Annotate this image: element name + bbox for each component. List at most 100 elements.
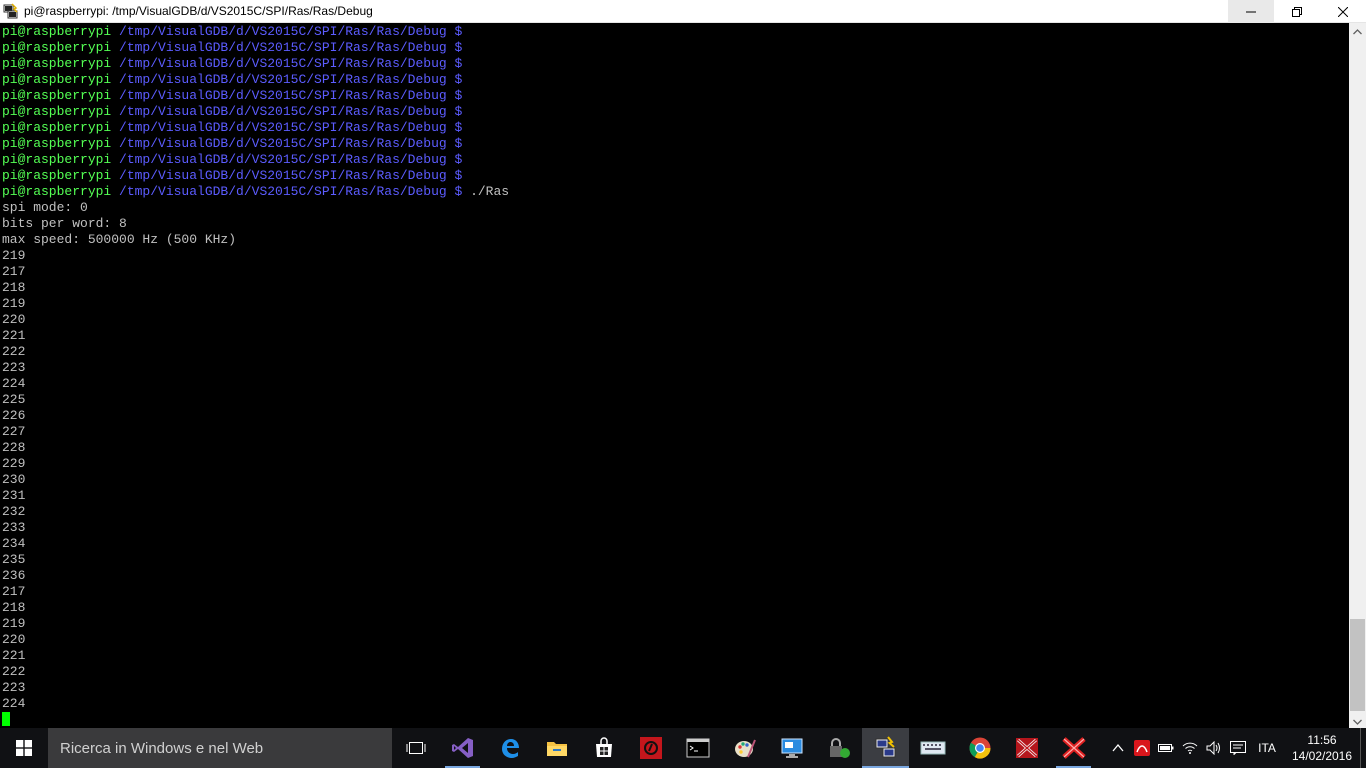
prompt-line: pi@raspberrypi /tmp/VisualGDB/d/VS2015C/… — [2, 136, 1349, 152]
taskbar-edge-button[interactable] — [486, 728, 533, 768]
output-line: 220 — [2, 632, 26, 647]
output-line: 225 — [2, 392, 26, 407]
taskbar-store-button[interactable] — [580, 728, 627, 768]
chevron-up-icon — [1353, 28, 1362, 34]
search-box[interactable]: Ricerca in Windows e nel Web — [48, 728, 392, 768]
minimize-button[interactable] — [1228, 0, 1274, 23]
action-center-icon[interactable] — [1226, 728, 1250, 768]
prompt-user: pi@raspberrypi — [2, 104, 112, 119]
window-title: pi@raspberrypi: /tmp/VisualGDB/d/VS2015C… — [24, 4, 373, 18]
visual-studio-icon — [451, 736, 475, 760]
minimize-icon — [1246, 11, 1256, 12]
prompt-path: /tmp/VisualGDB/d/VS2015C/SPI/Ras/Ras/Deb… — [111, 72, 463, 87]
output-line: 231 — [2, 488, 26, 503]
prompt-user: pi@raspberrypi — [2, 40, 112, 55]
battery-icon[interactable] — [1154, 728, 1178, 768]
prompt-line: pi@raspberrypi /tmp/VisualGDB/d/VS2015C/… — [2, 104, 1349, 120]
red-x-app-2-icon — [1061, 736, 1087, 760]
prompt-line: pi@raspberrypi /tmp/VisualGDB/d/VS2015C/… — [2, 88, 1349, 104]
language-indicator[interactable]: ITA — [1250, 741, 1284, 755]
prompt-user: pi@raspberrypi — [2, 88, 112, 103]
windows-logo-icon — [16, 740, 32, 756]
prompt-line: pi@raspberrypi /tmp/VisualGDB/d/VS2015C/… — [2, 40, 1349, 56]
output-line: 217 — [2, 584, 26, 599]
taskbar-app-red-button[interactable] — [627, 728, 674, 768]
command-text: ./Ras — [462, 184, 510, 199]
output-line: 222 — [2, 664, 26, 679]
taskbar-remote-desktop-button[interactable] — [768, 728, 815, 768]
taskbar-red-x-app-2-button[interactable] — [1050, 728, 1097, 768]
output-line: 219 — [2, 616, 26, 631]
lock-app-icon — [827, 736, 851, 760]
vertical-scrollbar[interactable] — [1349, 23, 1366, 730]
acrobat-tray-icon[interactable] — [1130, 728, 1154, 768]
prompt-line: pi@raspberrypi /tmp/VisualGDB/d/VS2015C/… — [2, 168, 1349, 184]
prompt-path: /tmp/VisualGDB/d/VS2015C/SPI/Ras/Ras/Deb… — [111, 168, 463, 183]
edge-icon — [498, 736, 522, 760]
restore-button[interactable] — [1274, 0, 1320, 23]
chevron-up-icon[interactable] — [1106, 728, 1130, 768]
wifi-icon[interactable] — [1178, 728, 1202, 768]
output-line: 230 — [2, 472, 26, 487]
output-line: 235 — [2, 552, 26, 567]
store-icon — [593, 737, 615, 759]
prompt-user: pi@raspberrypi — [2, 136, 112, 151]
prompt-path: /tmp/VisualGDB/d/VS2015C/SPI/Ras/Ras/Deb… — [111, 184, 463, 199]
task-view-icon — [406, 740, 426, 756]
output-line: 218 — [2, 600, 26, 615]
output-line: 220 — [2, 312, 26, 327]
red-x-app-icon — [1014, 736, 1040, 760]
system-tray: ITA 11:56 14/02/2016 — [1106, 728, 1366, 768]
title-bar: pi@raspberrypi: /tmp/VisualGDB/d/VS2015C… — [0, 0, 1366, 23]
scroll-up-button[interactable] — [1349, 23, 1366, 40]
prompt-line: pi@raspberrypi /tmp/VisualGDB/d/VS2015C/… — [2, 120, 1349, 136]
text-cursor — [2, 712, 10, 726]
taskbar-putty-button[interactable] — [862, 728, 909, 768]
prompt-user: pi@raspberrypi — [2, 152, 112, 167]
clock-time: 11:56 — [1307, 733, 1337, 747]
close-button[interactable] — [1320, 0, 1366, 23]
prompt-path: /tmp/VisualGDB/d/VS2015C/SPI/Ras/Ras/Deb… — [111, 24, 463, 39]
prompt-user: pi@raspberrypi — [2, 168, 112, 183]
output-line: max speed: 500000 Hz (500 KHz) — [2, 232, 237, 247]
putty-icon — [874, 736, 898, 760]
output-line: 218 — [2, 280, 26, 295]
output-line: 222 — [2, 344, 26, 359]
prompt-user: pi@raspberrypi — [2, 120, 112, 135]
restore-icon — [1292, 6, 1302, 17]
show-desktop-button[interactable] — [1360, 728, 1366, 768]
prompt-path: /tmp/VisualGDB/d/VS2015C/SPI/Ras/Ras/Deb… — [111, 56, 463, 71]
taskbar-task-view-button[interactable] — [392, 728, 439, 768]
prompt-path: /tmp/VisualGDB/d/VS2015C/SPI/Ras/Ras/Deb… — [111, 136, 463, 151]
output-line: 223 — [2, 360, 26, 375]
taskbar-lock-app-button[interactable] — [815, 728, 862, 768]
taskbar: Ricerca in Windows e nel Web ITA 11:56 1… — [0, 728, 1366, 768]
paint-icon — [733, 736, 757, 760]
remote-desktop-icon — [780, 737, 804, 759]
scrollbar-thumb[interactable] — [1350, 619, 1365, 711]
taskbar-visual-studio-button[interactable] — [439, 728, 486, 768]
keyboard-app-icon — [920, 740, 946, 756]
prompt-line: pi@raspberrypi /tmp/VisualGDB/d/VS2015C/… — [2, 24, 1349, 40]
volume-icon[interactable] — [1202, 728, 1226, 768]
clock-date: 14/02/2016 — [1291, 749, 1353, 763]
prompt-user: pi@raspberrypi — [2, 72, 112, 87]
taskbar-keyboard-app-button[interactable] — [909, 728, 956, 768]
putty-icon[interactable] — [3, 3, 19, 19]
chevron-down-icon — [1353, 719, 1362, 725]
prompt-user: pi@raspberrypi — [2, 56, 112, 71]
taskbar-paint-button[interactable] — [721, 728, 768, 768]
app-red-icon — [639, 736, 663, 760]
output-line: 223 — [2, 680, 26, 695]
start-button[interactable] — [0, 728, 48, 768]
cmd-icon — [686, 738, 710, 758]
taskbar-file-explorer-button[interactable] — [533, 728, 580, 768]
output-line: spi mode: 0 — [2, 200, 88, 215]
clock[interactable]: 11:56 14/02/2016 — [1284, 732, 1360, 764]
taskbar-chrome-button[interactable] — [956, 728, 1003, 768]
terminal-output[interactable]: pi@raspberrypi /tmp/VisualGDB/d/VS2015C/… — [0, 23, 1349, 730]
search-placeholder: Ricerca in Windows e nel Web — [60, 739, 264, 757]
output-line: 217 — [2, 264, 26, 279]
taskbar-cmd-button[interactable] — [674, 728, 721, 768]
taskbar-red-x-app-button[interactable] — [1003, 728, 1050, 768]
